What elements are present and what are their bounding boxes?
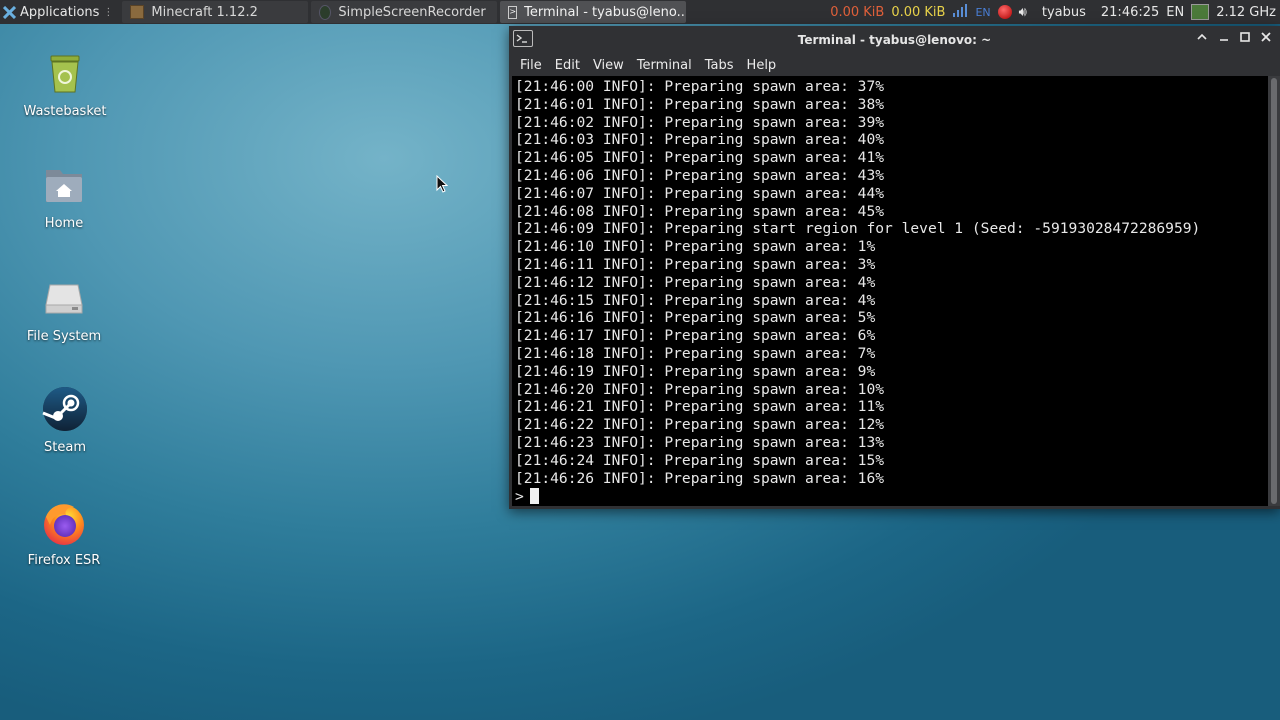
desktop-icon-home[interactable]: Home [9, 162, 119, 231]
text-cursor [529, 488, 539, 505]
output-line: [21:46:16 INFO]: Preparing spawn area: 5… [515, 309, 876, 327]
output-line: [21:46:07 INFO]: Preparing spawn area: 4… [515, 184, 885, 202]
desktop-icon-file-system[interactable]: File System [9, 275, 119, 344]
desktop-icon-label: File System [26, 329, 102, 344]
output-line: [21:46:08 INFO]: Preparing spawn area: 4… [515, 202, 885, 220]
desktop-icon-steam[interactable]: Steam [10, 386, 120, 455]
home-folder-icon [40, 162, 88, 210]
task-simplescreenrecorder[interactable]: SimpleScreenRecorder [311, 1, 498, 23]
net-download-rate: 0.00 KiB [830, 4, 885, 20]
output-line: [21:46:20 INFO]: Preparing spawn area: 1… [515, 380, 885, 398]
clock[interactable]: 21:46:25 [1101, 5, 1159, 20]
output-line: [21:46:17 INFO]: Preparing spawn area: 6… [515, 327, 876, 345]
menu-help[interactable]: Help [747, 58, 777, 73]
system-tray: 0.00 KiB 0.00 KiB EN 🔊︎ tyabus 21:46:25 … [830, 0, 1280, 24]
output-line: [21:46:02 INFO]: Preparing spawn area: 3… [515, 113, 885, 131]
output-line: [21:46:10 INFO]: Preparing spawn area: 1… [515, 238, 876, 256]
applications-menu-button[interactable]: Applications ⋮ [0, 0, 119, 24]
applications-label: Applications [20, 4, 100, 20]
drive-icon [40, 275, 88, 323]
separator-dots-icon: ⋮ [103, 6, 114, 18]
task-label: SimpleScreenRecorder [338, 4, 486, 20]
cpu-graph-icon [1191, 4, 1210, 20]
output-line: [21:46:06 INFO]: Preparing spawn area: 4… [515, 166, 885, 184]
close-button[interactable] [1258, 31, 1274, 47]
task-label: Terminal - tyabus@leno... [524, 4, 687, 20]
signal-bars-icon[interactable] [952, 3, 968, 21]
window-title: Terminal - tyabus@lenovo: ~ [797, 33, 992, 47]
output-line: [21:46:11 INFO]: Preparing spawn area: 3… [515, 255, 876, 273]
menu-file[interactable]: File [520, 58, 542, 73]
keyboard-layout-indicator[interactable]: EN [975, 6, 990, 19]
desktop-icon-label: Steam [44, 440, 86, 455]
maximize-button[interactable] [1237, 31, 1253, 47]
menu-bar: File Edit View Terminal Tabs Help [509, 54, 1280, 76]
output-line: [21:46:05 INFO]: Preparing spawn area: 4… [515, 149, 885, 167]
output-line: [21:46:15 INFO]: Preparing spawn area: 4… [515, 291, 876, 309]
terminal-icon: > [508, 5, 518, 19]
output-lines: [21:46:00 INFO]: Preparing spawn area: 3… [512, 76, 1268, 487]
desktop-icon-label: Firefox ESR [27, 553, 101, 568]
user-name[interactable]: tyabus [1042, 5, 1086, 20]
window-up-icon[interactable] [1194, 31, 1210, 47]
terminal-output[interactable]: [21:46:00 INFO]: Preparing spawn area: 3… [512, 76, 1268, 506]
output-line: [21:46:19 INFO]: Preparing spawn area: 9… [515, 362, 876, 380]
minecraft-icon [130, 5, 145, 19]
steam-icon [41, 386, 89, 434]
desktop-icon-wastebasket[interactable]: Wastebasket [10, 50, 120, 119]
net-upload-rate: 0.00 KiB [891, 4, 946, 20]
command-prompt[interactable]: > [512, 487, 1268, 505]
task-label: Minecraft 1.12.2 [151, 4, 258, 20]
trash-icon [41, 50, 89, 98]
desktop-icon-label: Wastebasket [23, 104, 107, 119]
desktop-icon-firefox-esr[interactable]: Firefox ESR [9, 499, 119, 568]
minimize-button[interactable] [1216, 31, 1232, 47]
scrollbar-thumb[interactable] [1271, 78, 1277, 504]
menu-terminal[interactable]: Terminal [637, 58, 692, 73]
output-line: [21:46:23 INFO]: Preparing spawn area: 1… [515, 433, 885, 451]
prompt-symbol: > [515, 487, 524, 505]
record-indicator-icon[interactable] [997, 5, 1012, 19]
output-line: [21:46:26 INFO]: Preparing spawn area: 1… [515, 469, 885, 487]
window-titlebar[interactable]: Terminal - tyabus@lenovo: ~ [509, 26, 1280, 54]
output-line: [21:46:22 INFO]: Preparing spawn area: 1… [515, 416, 885, 434]
output-line: [21:46:01 INFO]: Preparing spawn area: 3… [515, 95, 885, 113]
output-line: [21:46:03 INFO]: Preparing spawn area: 4… [515, 131, 885, 149]
menu-tabs[interactable]: Tabs [705, 58, 734, 73]
menu-view[interactable]: View [593, 58, 624, 73]
output-line: [21:46:00 INFO]: Preparing spawn area: 3… [515, 78, 885, 95]
output-line: [21:46:18 INFO]: Preparing spawn area: 7… [515, 344, 876, 362]
output-line: [21:46:21 INFO]: Preparing spawn area: 1… [515, 398, 885, 416]
menu-edit[interactable]: Edit [555, 58, 580, 73]
volume-icon[interactable]: 🔊︎ [1019, 5, 1027, 20]
desktop-icon-label: Home [44, 216, 84, 231]
output-line: [21:46:12 INFO]: Preparing spawn area: 4… [515, 273, 876, 291]
output-line: [21:46:24 INFO]: Preparing spawn area: 1… [515, 451, 885, 469]
firefox-icon [40, 499, 88, 547]
output-line: [21:46:09 INFO]: Preparing start region … [515, 220, 1201, 238]
language-indicator[interactable]: EN [1166, 5, 1184, 20]
cpu-frequency: 2.12 GHz [1216, 4, 1276, 20]
scrollbar[interactable] [1268, 76, 1280, 506]
task-terminal[interactable]: > Terminal - tyabus@leno... [500, 1, 687, 23]
xfce-logo-icon [2, 5, 17, 19]
terminal-window[interactable]: Terminal - tyabus@lenovo: ~ File Edit Vi… [509, 26, 1280, 509]
recorder-icon [319, 4, 332, 20]
top-panel: Applications ⋮ Minecraft 1.12.2 SimpleSc… [0, 0, 1280, 24]
task-minecraft[interactable]: Minecraft 1.12.2 [122, 1, 309, 23]
